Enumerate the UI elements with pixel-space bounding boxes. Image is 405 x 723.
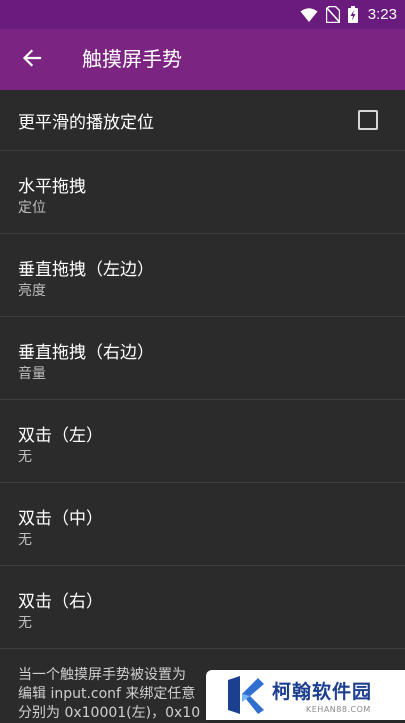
pref-vertical-drag-left[interactable]: 垂直拖拽（左边） 亮度	[0, 234, 405, 317]
pref-vertical-drag-right[interactable]: 垂直拖拽（右边） 音量	[0, 317, 405, 400]
smooth-seek-checkbox[interactable]	[358, 110, 378, 130]
pref-summary: 无	[18, 532, 32, 548]
watermark-logo-icon	[224, 674, 266, 716]
pref-summary: 无	[18, 449, 32, 465]
status-time: 3:23	[367, 6, 397, 23]
page-title: 触摸屏手势	[82, 47, 182, 71]
app-bar: 触摸屏手势	[0, 29, 405, 90]
watermark: 柯翰软件园 KEHAN88.COM	[206, 670, 405, 720]
pref-double-tap-center[interactable]: 双击（中） 无	[0, 483, 405, 566]
pref-title: 更平滑的播放定位	[18, 113, 154, 133]
pref-title: 垂直拖拽（右边）	[18, 343, 154, 363]
status-icons: 3:23	[300, 0, 397, 29]
preference-list: 更平滑的播放定位 水平拖拽 定位 垂直拖拽（左边） 亮度 垂直拖拽（右边） 音量…	[0, 90, 405, 649]
watermark-name: 柯翰软件园	[272, 681, 373, 703]
pref-summary: 无	[18, 615, 32, 631]
pref-title: 双击（中）	[18, 509, 103, 529]
pref-title: 垂直拖拽（左边）	[18, 260, 154, 280]
pref-smooth-seek[interactable]: 更平滑的播放定位	[0, 90, 405, 151]
pref-title: 双击（右）	[18, 592, 103, 612]
pref-horizontal-drag[interactable]: 水平拖拽 定位	[0, 151, 405, 234]
battery-charging-icon	[347, 6, 358, 23]
wifi-icon	[300, 7, 318, 23]
arrow-left-icon	[22, 48, 42, 72]
pref-summary: 定位	[18, 200, 46, 216]
back-button[interactable]	[12, 40, 52, 80]
status-bar: 3:23	[0, 0, 405, 29]
pref-title: 水平拖拽	[18, 177, 86, 197]
pref-title: 双击（左）	[18, 426, 103, 446]
pref-double-tap-right[interactable]: 双击（右） 无	[0, 566, 405, 649]
sim-off-icon	[325, 6, 340, 23]
pref-summary: 音量	[18, 366, 46, 382]
pref-summary: 亮度	[18, 283, 46, 299]
watermark-url: KEHAN88.COM	[306, 705, 371, 714]
pref-double-tap-left[interactable]: 双击（左） 无	[0, 400, 405, 483]
